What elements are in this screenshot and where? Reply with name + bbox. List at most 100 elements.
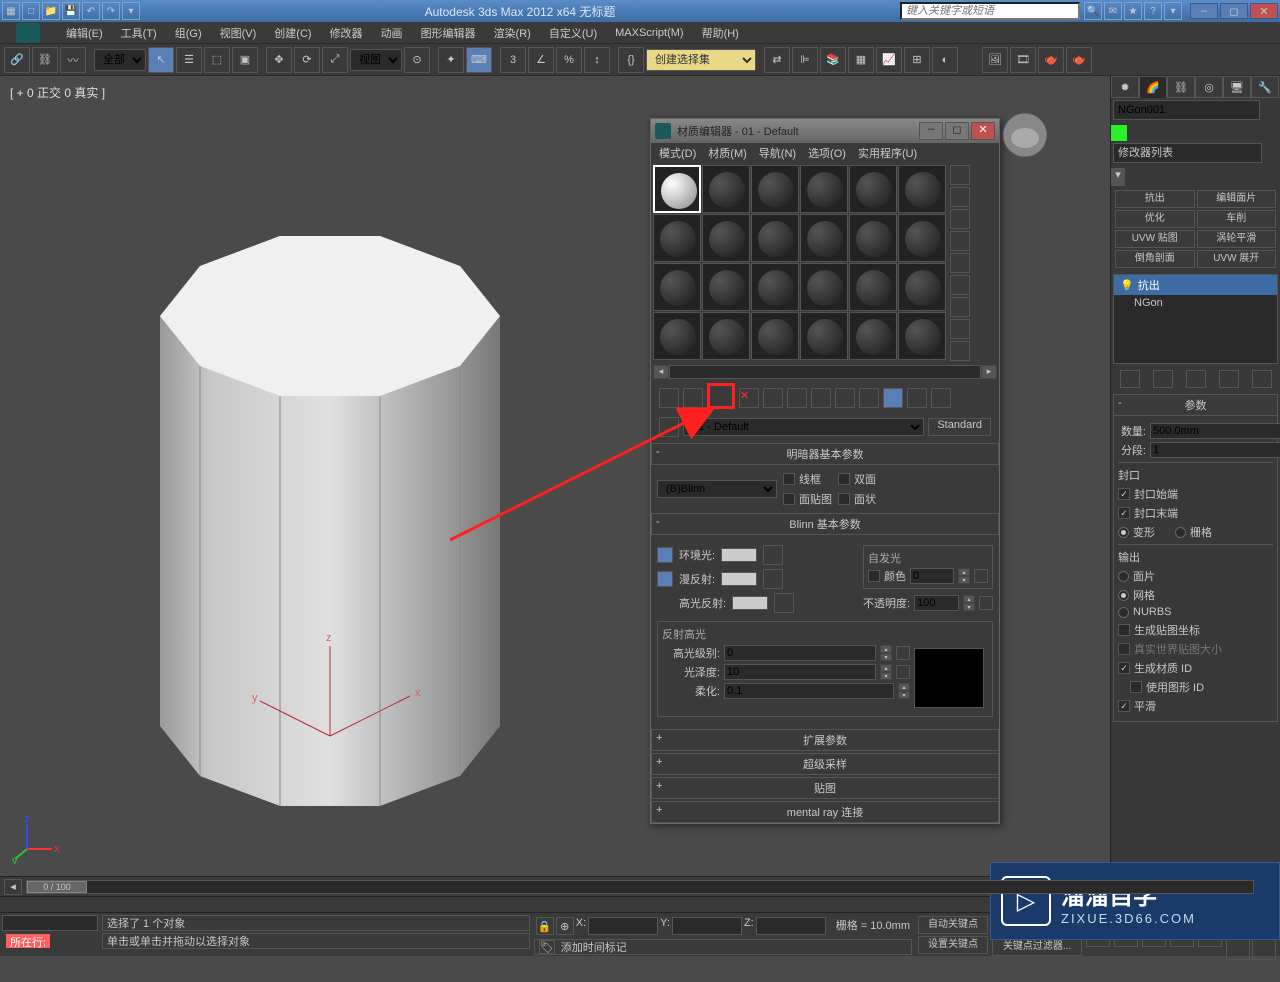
- timeline-start-icon[interactable]: ◂: [4, 879, 22, 895]
- new-icon[interactable]: □: [22, 2, 40, 20]
- redo-icon[interactable]: ↷: [102, 2, 120, 20]
- menu-edit[interactable]: 编辑(E): [66, 25, 103, 41]
- minimize-button[interactable]: –: [1190, 3, 1218, 19]
- window-crossing-icon[interactable]: ▣: [232, 47, 258, 73]
- grid-radio[interactable]: [1175, 527, 1186, 538]
- wire-checkbox[interactable]: [783, 473, 795, 485]
- sample-slot[interactable]: [653, 312, 701, 360]
- maximize-button[interactable]: ◻: [1220, 3, 1248, 19]
- dropdown-arrow-icon[interactable]: ▾: [1111, 168, 1125, 186]
- qat-dropdown-icon[interactable]: ▾: [122, 2, 140, 20]
- specular-map-button[interactable]: [774, 593, 794, 613]
- show-end-result-icon[interactable]: [1153, 370, 1173, 388]
- mod-btn-uvwunwrap[interactable]: UVW 展开: [1197, 250, 1277, 268]
- ambient-map-button[interactable]: [763, 545, 783, 565]
- output-patch-radio[interactable]: [1118, 571, 1129, 582]
- material-editor-titlebar[interactable]: 材质编辑器 - 01 - Default – ◻ ✕: [651, 119, 999, 143]
- glossiness-map-button[interactable]: [896, 665, 910, 679]
- put-to-library-icon[interactable]: [683, 388, 703, 408]
- script-listener[interactable]: [2, 915, 98, 931]
- sample-type-icon[interactable]: [950, 165, 970, 185]
- hierarchy-tab-icon[interactable]: ⛓: [1167, 76, 1195, 98]
- self-illum-color-checkbox[interactable]: [868, 570, 880, 582]
- utilities-tab-icon[interactable]: 🔧: [1251, 76, 1279, 98]
- sample-slot[interactable]: [751, 165, 799, 213]
- sample-slot[interactable]: [702, 214, 750, 262]
- smooth-checkbox[interactable]: [1118, 700, 1130, 712]
- align-icon[interactable]: ⊫: [792, 47, 818, 73]
- sample-slot[interactable]: [800, 165, 848, 213]
- bind-spacewarp-icon[interactable]: 〰: [60, 47, 86, 73]
- menu-views[interactable]: 视图(V): [220, 25, 257, 41]
- make-preview-icon[interactable]: [950, 275, 970, 295]
- stack-item-ngon[interactable]: NGon: [1114, 295, 1277, 311]
- make-copy-icon[interactable]: [763, 388, 783, 408]
- scroll-right-icon[interactable]: ▸: [981, 365, 997, 379]
- sample-slot[interactable]: [898, 165, 946, 213]
- use-center-icon[interactable]: ⊙: [404, 47, 430, 73]
- menu-group[interactable]: 组(G): [175, 25, 202, 41]
- mat-close-button[interactable]: ✕: [971, 122, 995, 140]
- cap-end-checkbox[interactable]: [1118, 507, 1130, 519]
- material-map-nav-icon[interactable]: [950, 341, 970, 361]
- viewport-label[interactable]: [ + 0 正交 0 真实 ]: [10, 84, 105, 101]
- output-nurbs-radio[interactable]: [1118, 607, 1129, 618]
- sample-slot[interactable]: [751, 263, 799, 311]
- blinn-params-header[interactable]: - Blinn 基本参数: [651, 513, 999, 535]
- mat-maximize-button[interactable]: ◻: [945, 122, 969, 140]
- background-icon[interactable]: [950, 209, 970, 229]
- mat-menu-utilities[interactable]: 实用程序(U): [858, 145, 917, 161]
- ambient-lock-icon[interactable]: [657, 547, 673, 563]
- select-scale-icon[interactable]: ⤢: [322, 47, 348, 73]
- keyboard-shortcut-icon[interactable]: ⌨: [466, 47, 492, 73]
- options-icon[interactable]: [950, 297, 970, 317]
- select-manipulate-icon[interactable]: ✦: [438, 47, 464, 73]
- material-type-button[interactable]: Standard: [928, 418, 991, 436]
- display-tab-icon[interactable]: 🖥: [1223, 76, 1251, 98]
- shader-dropdown[interactable]: (B)Blinn: [657, 480, 777, 498]
- use-shapeids-checkbox[interactable]: [1130, 681, 1142, 693]
- sample-slot[interactable]: [751, 214, 799, 262]
- sample-uv-icon[interactable]: [950, 231, 970, 251]
- twosided-checkbox[interactable]: [838, 473, 850, 485]
- rendered-frame-icon[interactable]: 🎞: [1010, 47, 1036, 73]
- mod-btn-editpatch[interactable]: 编辑面片: [1197, 190, 1277, 208]
- output-mesh-radio[interactable]: [1118, 590, 1129, 601]
- sample-slot[interactable]: [898, 214, 946, 262]
- cap-start-checkbox[interactable]: [1118, 488, 1130, 500]
- create-tab-icon[interactable]: ✹: [1111, 76, 1139, 98]
- save-icon[interactable]: 💾: [62, 2, 80, 20]
- pin-stack-icon[interactable]: [1120, 370, 1140, 388]
- layers-icon[interactable]: 📚: [820, 47, 846, 73]
- select-object-icon[interactable]: ↖: [148, 47, 174, 73]
- schematic-view-icon[interactable]: ⊞: [904, 47, 930, 73]
- menu-graph-editors[interactable]: 图形编辑器: [421, 25, 476, 41]
- pick-from-object-icon[interactable]: [659, 417, 679, 437]
- diffuse-map-button[interactable]: [763, 569, 783, 589]
- ambient-color-swatch[interactable]: [721, 548, 757, 562]
- help-search-input[interactable]: [900, 2, 1080, 20]
- sample-slot[interactable]: [800, 263, 848, 311]
- spec-level-map-button[interactable]: [896, 646, 910, 660]
- sample-slot[interactable]: [849, 165, 897, 213]
- transforms-icon[interactable]: ⊕: [556, 917, 574, 935]
- set-key-button[interactable]: 设置关键点: [918, 936, 988, 954]
- help-dropdown-icon[interactable]: ▾: [1164, 2, 1182, 20]
- sample-slot[interactable]: [800, 214, 848, 262]
- mod-btn-bevelprofile[interactable]: 倒角剖面: [1115, 250, 1195, 268]
- show-map-icon[interactable]: [835, 388, 855, 408]
- spinner-snap-icon[interactable]: ↕: [584, 47, 610, 73]
- morph-radio[interactable]: [1118, 527, 1129, 538]
- sample-slot[interactable]: [849, 263, 897, 311]
- mat-menu-modes[interactable]: 模式(D): [659, 145, 696, 161]
- sample-slot[interactable]: [653, 214, 701, 262]
- sample-slot[interactable]: [702, 263, 750, 311]
- sample-slot[interactable]: [898, 263, 946, 311]
- app-logo-icon[interactable]: [16, 23, 40, 43]
- mod-btn-optimize[interactable]: 优化: [1115, 210, 1195, 228]
- select-by-material-icon[interactable]: [950, 319, 970, 339]
- select-by-name-icon[interactable]: ☰: [176, 47, 202, 73]
- auto-key-button[interactable]: 自动关键点: [918, 916, 988, 934]
- graphite-icon[interactable]: ▦: [848, 47, 874, 73]
- make-unique-icon[interactable]: [1186, 370, 1206, 388]
